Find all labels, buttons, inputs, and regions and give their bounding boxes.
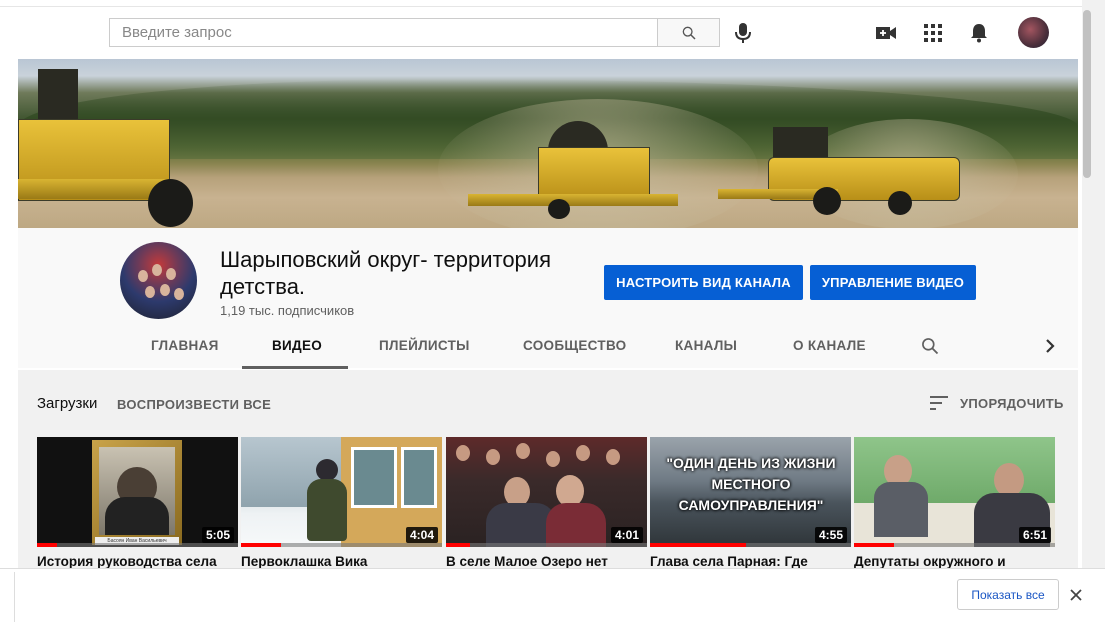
tab-about[interactable]: О КАНАЛЕ	[793, 338, 866, 353]
video-thumbnail[interactable]: 6:51	[854, 437, 1055, 547]
video-card[interactable]: 4:01 В селе Малое Озеро нет	[446, 437, 647, 569]
top-divider	[0, 6, 1082, 7]
video-camera-add-icon	[876, 27, 896, 39]
channel-title: Шарыповский округ- территория детства.	[220, 247, 551, 299]
customize-channel-button[interactable]: НАСТРОИТЬ ВИД КАНАЛА	[604, 265, 803, 300]
search-box[interactable]	[109, 18, 658, 47]
microphone-icon	[735, 23, 751, 43]
video-duration: 4:55	[814, 527, 847, 543]
channel-tabs: ГЛАВНАЯ ВИДЕО ПЛЕЙЛИСТЫ СООБЩЕСТВО КАНАЛ…	[18, 328, 1078, 368]
video-duration: 5:05	[201, 527, 234, 543]
bell-icon	[971, 24, 987, 43]
sort-button[interactable]: УПОРЯДОЧИТЬ	[930, 392, 1064, 414]
watch-progress	[446, 543, 471, 547]
video-title[interactable]: Глава села Парная: Где	[650, 554, 851, 569]
video-thumbnail[interactable]: Басоян Иван Васильевич 5:05	[37, 437, 238, 547]
apps-button[interactable]	[920, 20, 946, 46]
close-icon	[1070, 589, 1082, 601]
notifications-button[interactable]	[966, 20, 992, 46]
video-thumbnail[interactable]: 4:01	[446, 437, 647, 547]
search-icon	[682, 26, 696, 40]
watch-progress	[650, 543, 747, 547]
search-button[interactable]	[658, 18, 720, 47]
sort-icon	[930, 396, 948, 410]
tab-home[interactable]: ГЛАВНАЯ	[151, 338, 219, 353]
video-thumbnail[interactable]: 4:04	[241, 437, 442, 547]
channel-banner	[18, 59, 1078, 228]
sort-label: УПОРЯДОЧИТЬ	[960, 395, 1064, 411]
thumbnail-text: "ОДИН ДЕНЬ ИЗ ЖИЗНИ МЕСТНОГО САМОУПРАВЛЕ…	[666, 455, 836, 513]
watch-progress	[37, 543, 58, 547]
channel-avatar	[120, 242, 197, 319]
tab-community[interactable]: СООБЩЕСТВО	[523, 338, 626, 353]
watch-progress	[854, 543, 895, 547]
play-all-link[interactable]: ВОСПРОИЗВЕСТИ ВСЕ	[117, 397, 271, 412]
video-title[interactable]: Первоклашка Вика	[241, 554, 442, 569]
create-video-button[interactable]	[873, 20, 899, 46]
voice-search-button[interactable]	[732, 20, 754, 46]
video-duration: 4:04	[405, 527, 438, 543]
video-duration: 4:01	[610, 527, 643, 543]
scrollbar-thumb[interactable]	[1083, 10, 1091, 178]
close-notification-button[interactable]	[1066, 585, 1086, 605]
video-duration: 6:51	[1018, 527, 1051, 543]
video-title[interactable]: Депутаты окружного и	[854, 554, 1055, 569]
tab-videos[interactable]: ВИДЕО	[272, 338, 322, 353]
watch-progress	[241, 543, 282, 547]
search-icon	[922, 338, 939, 355]
apps-grid-icon	[924, 24, 942, 42]
show-all-button[interactable]: Показать все	[957, 579, 1059, 610]
search-input[interactable]	[110, 19, 657, 46]
channel-search-button[interactable]	[920, 336, 942, 358]
video-thumbnail[interactable]: "ОДИН ДЕНЬ ИЗ ЖИЗНИ МЕСТНОГО САМОУПРАВЛЕ…	[650, 437, 851, 547]
tab-playlists[interactable]: ПЛЕЙЛИСТЫ	[379, 338, 470, 353]
video-card[interactable]: 4:04 Первоклашка Вика	[241, 437, 442, 569]
chevron-right-icon	[1046, 339, 1055, 353]
subscriber-count: 1,19 тыс. подписчиков	[220, 303, 355, 318]
notification-bar	[0, 568, 1105, 623]
tab-channels[interactable]: КАНАЛЫ	[675, 338, 737, 353]
manage-videos-button[interactable]: УПРАВЛЕНИЕ ВИДЕО	[810, 265, 976, 300]
video-title[interactable]: История руководства села	[37, 554, 238, 569]
video-title[interactable]: В селе Малое Озеро нет	[446, 554, 647, 569]
video-card[interactable]: "ОДИН ДЕНЬ ИЗ ЖИЗНИ МЕСТНОГО САМОУПРАВЛЕ…	[650, 437, 851, 569]
section-title: Загрузки	[37, 395, 98, 412]
account-avatar[interactable]	[1018, 17, 1049, 48]
video-card[interactable]: Басоян Иван Васильевич 5:05 История руко…	[37, 437, 238, 569]
notification-divider	[14, 572, 15, 622]
tabs-next-button[interactable]	[1042, 336, 1060, 358]
active-tab-indicator	[242, 366, 348, 369]
video-card[interactable]: 6:51 Депутаты окружного и	[854, 437, 1055, 569]
